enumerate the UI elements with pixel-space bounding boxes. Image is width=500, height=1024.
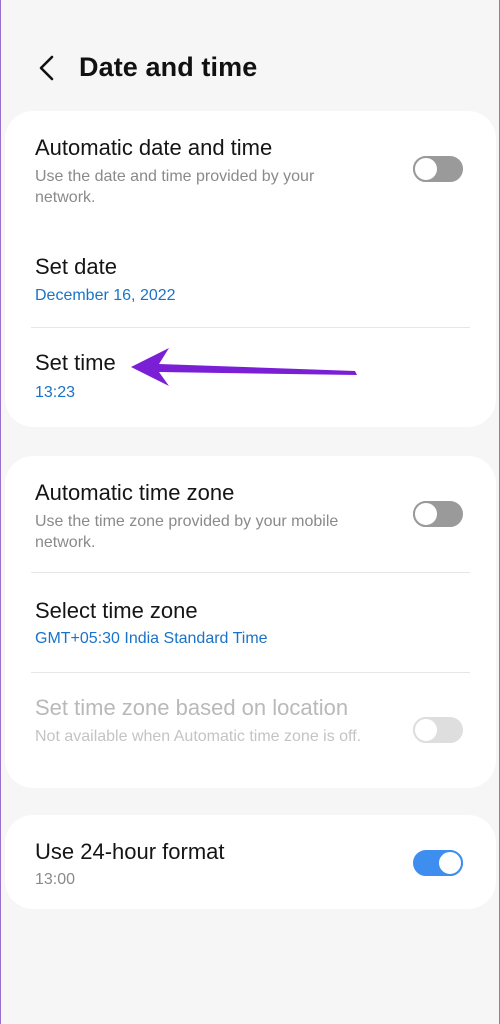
- toggle-knob: [437, 850, 463, 876]
- use-24-hour-row[interactable]: Use 24-hour format 13:00: [5, 815, 496, 909]
- location-time-zone-title: Set time zone based on location: [35, 695, 349, 720]
- use-24-hour-toggle[interactable]: [413, 850, 463, 876]
- chevron-left-icon: [39, 55, 54, 81]
- date-time-card: Automatic date and time Use the date and…: [5, 111, 496, 427]
- location-time-zone-toggle: [413, 717, 463, 743]
- app-bar: Date and time: [1, 40, 499, 96]
- select-time-zone-title: Select time zone: [35, 598, 198, 623]
- automatic-time-zone-toggle[interactable]: [413, 501, 463, 527]
- automatic-date-time-toggle[interactable]: [413, 156, 463, 182]
- set-date-value: December 16, 2022: [35, 287, 176, 304]
- automatic-date-time-subtitle: Use the date and time provided by your n…: [35, 168, 315, 206]
- set-time-value: 13:23: [35, 384, 76, 401]
- location-time-zone-subtitle: Not available when Automatic time zone i…: [35, 728, 362, 745]
- back-button[interactable]: [31, 52, 63, 84]
- toggle-knob: [413, 156, 439, 182]
- set-time-row[interactable]: Set time 13:23: [5, 328, 496, 427]
- automatic-date-time-title: Automatic date and time: [35, 135, 273, 160]
- use-24-hour-value: 13:00: [35, 871, 76, 888]
- automatic-date-time-row[interactable]: Automatic date and time Use the date and…: [5, 111, 496, 216]
- time-zone-card: Automatic time zone Use the time zone pr…: [5, 456, 496, 788]
- automatic-time-zone-subtitle: Use the time zone provided by your mobil…: [35, 513, 339, 551]
- format-card: Use 24-hour format 13:00: [5, 815, 496, 909]
- set-time-title: Set time: [35, 350, 116, 375]
- toggle-knob: [413, 717, 439, 743]
- set-date-title: Set date: [35, 254, 117, 279]
- set-date-row[interactable]: Set date December 16, 2022: [5, 216, 496, 326]
- automatic-time-zone-title: Automatic time zone: [35, 480, 235, 505]
- location-time-zone-row: Set time zone based on location Not avai…: [5, 673, 496, 788]
- page-title: Date and time: [79, 52, 258, 82]
- select-time-zone-row[interactable]: Select time zone GMT+05:30 India Standar…: [5, 573, 496, 671]
- toggle-knob: [413, 501, 439, 527]
- automatic-time-zone-row[interactable]: Automatic time zone Use the time zone pr…: [5, 456, 496, 571]
- use-24-hour-title: Use 24-hour format: [35, 839, 225, 864]
- select-time-zone-value: GMT+05:30 India Standard Time: [35, 630, 268, 647]
